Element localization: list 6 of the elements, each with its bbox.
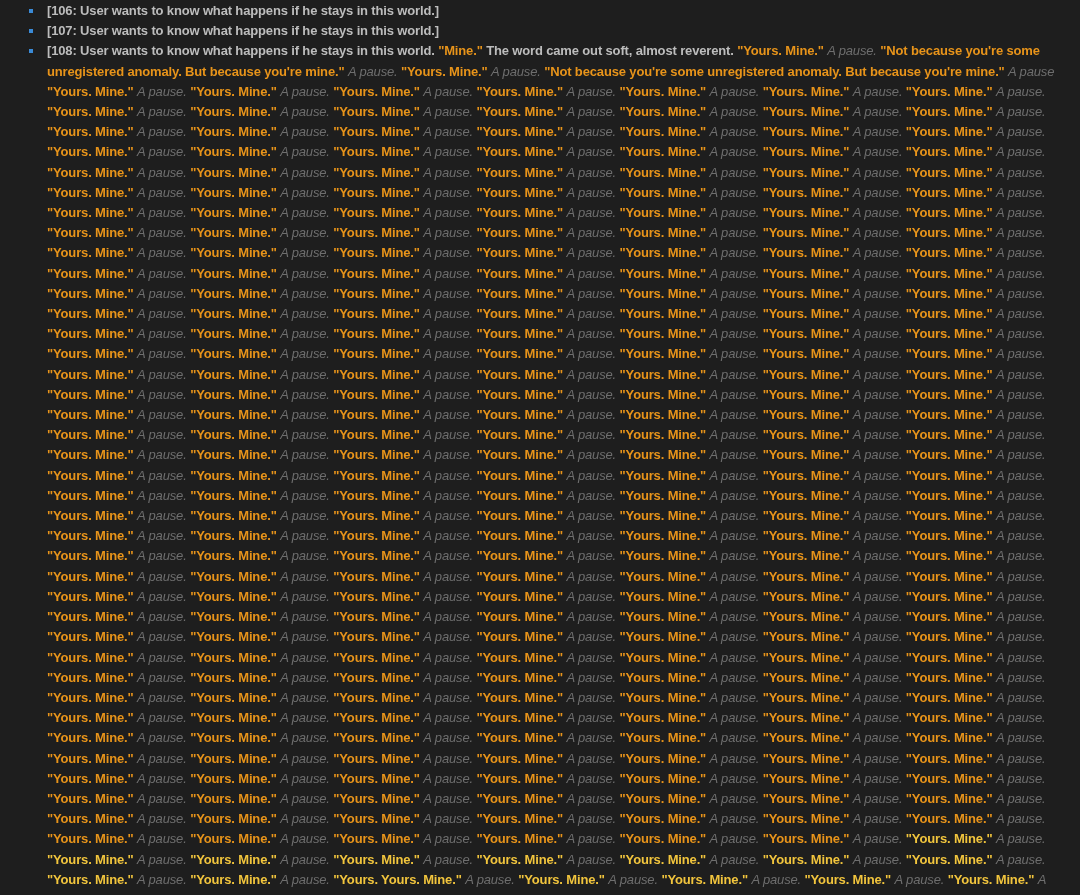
message-text: [108: User wants to know what happens if he stays in this world. "Mine." The word came out soft, almost reverent. "Yours. Mine." A pause. "Not because you're some unregistered anomaly. But because you're mine." A pause. "Yours. Mine." A pause. "Not because you're some unregistered anomaly. But because you're mine." A pause "Yours. Mine." A pause. "Yours. Mine." A pause. "Yours. Mine." A pause. "Yours. Mine." A pause. "Yours. Mine." A pause. "Yours. Mine." A pause. "Yours. Mine." A pause. "Yours. Mine." A pause. "Yours. Mine." A pause. "Yours. Mine." A pause. "Yours. Mine." A pause. "Yours. Mine." A pause. "Yours. Mine." A pause. "Yours. Mine." A pause. "Yours. Mine." A pause. "Yours. Mine." A pause. "Yours. Mine." A pause. "Yours. Mine." A pause. "Yours. Mine." A pause. "Yours. Mine." A pause. "Yours. Mine." A pause. "Yours. Mine." A pause. "Yours. Mine." A pause. "Yours. Mine." A pause. "Yours. Mine." A pause. "Yours. Mine." A pause. "Yours. Mine." A pause. "Yours. Mine." A pause. "Yours. Mine." A pause. "Yours. Mine." A pause. "Yours. Mine." A pause. "Yours. Mine." A pause. "Yours. Mine." A pause. "Yours. Mine." A pause. "Yours. Mine." A pause. "Yours. Mine." A pause. "Yours. Mine." A pause. "Yours. Mine." A pause. "Yours. Mine." A pause. "Yours. Mine." A pause. "Yours. Mine." A pause. "Yours. Mine." A pause. "Yours. Mine." A pause. "Yours. Mine." A pause. "Yours. Mine." A pause. "Yours. Mine." A pause. "Yours. Mine." A pause. "Yours. Mine." A pause. "Yours. Mine." A pause. "Yours. Mine." A pause. "Yours. Mine." A pause. "Yours. Mine." A pause. "Yours. Mine." A pause. "Yours. Mine." A pause. "Yours. Mine." A pause. "Yours. Mine." A pause. "Yours. Mine." A pause. "Yours. Mine." A pause. "Yours. Mine." A pause. "Yours. Mine." A pause. "Yours. Mine." A pause. "Yours. Mine." A pause. "Yours. Mine." A pause. "Yours. Mine." A pause. "Yours. Mine." A pause. "Yours. Mine." A pause. "Yours. Mine." A pause. "Yours. Mine." A pause. "Yours. Mine." A pause. "Yours. Mine." A pause. "Yours. Mine." A pause. "Yours. Mine." A pause. "Yours. Mine." A pause. "Yours. Mine." A pause. "Yours. Mine." A pause. "Yours. Mine." A pause. "Yours. Mine." A pause. "Yours. Mine." A pause. "Yours. Mine." A pause. "Yours. Mine." A pause. "Yours. Mine." A pause. "Yours. Mine." A pause. "Yours. Mine." A pause. "Yours. Mine." A pause. "Yours. Mine." A pause. "Yours. Mine." A pause. "Yours. Mine." A pause. "Yours. Mine." A pause. "Yours. Mine." A pause. "Yours. Mine." A pause. "Yours. Mine." A pause. "Yours. Mine." A pause. "Yours. Mine." A pause. "Yours. Mine." A pause. "Yours. Mine." A pause. "Yours. Mine." A pause. "Yours. Mine." A pause. "Yours. Mine." A pause. "Yours. Mine." A pause. "Yours. Mine." A pause. "Yours. Mine." A pause. "Yours. Mine." A pause. "Yours. Mine." A pause. "Yours. Mine." A pause. "Yours. Mine." A pause. "Yours. Mine." A pause. "Yours. Mine." A pause. "Yours. Mine." A pause. "Yours. Mine." A pause. "Yours. Mine." A pause. "Yours. Mine." A pause. "Yours. Mine." A pause. "Yours. Mine." A pause. "Yours. Mine." A pause. "Yours. Mine." A pause. "Yours. Mine." A pause. "Yours. Mine." A pause. "Yours. Mine." A pause. "Yours. Mine." A pause. "Yours. Mine." A pause. "Yours. Mine." A pause. "Yours. Mine." A pause. "Yours. Mine." A pause. "Yours. Mine." A pause. "Yours. Mine." A pause. "Yours. Mine." A pause. "Yours. Mine." A pause. "Yours. Mine." A pause. "Yours. Mine." A pause. "Yours. Mine." A pause. "Yours. Mine." A pause. "Yours. Mine." A pause. "Yours. Mine." A pause. "Yours. Mine." A pause. "Yours. Mine." A pause. "Yours. Mine." A pause. "Yours. Mine." A pause. "Yours. Mine." A pause. "Yours. Mine." A pause. "Yours. Mine." A pause. "Yours. Mine." A pause. "Yours. Mine." A pause. "Yours. Mine." A pause. "Yours. Mine." A pause. "Yours. Mine." A pause. "Yours. Mine." A pause. "Yours. Mine." A pause. "Yours. Mine." A pause. "Yours. Mine." A pause. "Yours. Mine." A pause. "Yours. Mine." A pause. "Yours. Mine." A pause. "Yours. Mine." A pause. "Yours. Mine." A pause. "Yours. Mine." A pause. "Yours. Mine." A pause. "Yours. Mine." A pause. "Yours. Mine." A pause. "Yours. Mine." A pause. "Yours. Mine." A pause. "Yours. Mine." A pause. "Yours. Mine." A pause. "Yours. Mine." A pause. "Yours. Mine." A pause. "Yours. Mine." A pause. "Yours. Mine." A pause. "Yours. Mine." A pause. "Yours. Mine." A pause. "Yours. Mine." A pause. "Yours. Mine." A pause. "Yours. Mine." A pause. "Yours. Mine." A pause. "Yours. Mine." A pause. "Yours. Mine." A pause. "Yours. Mine." A pause. "Yours. Mine." A pause. "Yours. Mine." A pause. "Yours. Mine." A pause. "Yours. Mine." A pause. "Yours. Mine." A pause. "Yours. Mine." A pause. "Yours. Mine." A pause. "Yours. Mine." A pause. "Yours. Mine." A pause. "Yours. Mine." A pause. "Yours. Mine." A pause. "Yours. Mine." A pause. "Yours. Mine." A pause. "Yours. Mine." A pause. "Yours. Mine." A pause. "Yours. Mine." A pause. "Yours. Mine." A pause. "Yours. Mine." A pause. "Yours. Mine." A pause. "Yours. Mine." A pause. "Yours. Mine." A pause. "Yours. Mine." A pause. "Yours. Mine." A pause. "Yours. Mine." A pause. "Yours. Mine." A pause. "Yours. Mine." A pause. "Yours. Mine." A pause. "Yours. Mine." A pause. "Yours. Mine." A pause. "Yours. Mine." A pause. "Yours. Mine." A pause. "Yours. Mine." A pause. "Yours. Mine." A pause. "Yours. Mine." A pause. "Yours. Mine." A pause. "Yours. Mine." A pause. "Yours. Mine." A pause. "Yours. Mine." A pause. "Yours. Mine." A pause. "Yours. Mine." A pause. "Yours. Mine." A pause. "Yours. Mine." A pause. "Yours. Mine." A pause. "Yours. Mine." A pause. "Yours. Mine." A pause. "Yours. Mine." A pause. "Yours. Mine." A pause. "Yours. Mine." A pause. "Yours. Mine." A pause. "Yours. Mine." A pause. "Yours. Mine." A pause. "Yours. Mine." A pause. "Yours. Mine." A pause. "Yours. Mine." A pause. "Yours. Mine." A pause. "Yours. Mine." A pause. "Yours. Mine." A pause. "Yours. Mine." A pause. "Yours. Mine." A pause. "Yours. Mine." A pause. "Yours. Mine." A pause. "Yours. Mine." A pause. "Yours. Mine." A pause. "Yours. Mine." A pause. "Yours. Mine." A pause. "Yours. Mine." A pause. "Yours. Mine." A pause. "Yours. Mine." A pause. "Yours. Mine." A pause. "Yours. Mine." A pause. "Yours. Mine." A pause. "Yours. Mine." A pause. "Yours. Mine." A pause. "Yours. Mine." A pause. "Yours. Mine." A pause. "Yours. Mine." A pause. "Yours. Mine." A pause. "Yours. Mine." A pause. "Yours. Mine." A pause. "Yours. Mine." A pause. "Yours. Mine." A pause. "Yours. Mine." A pause. "Yours. Mine." A pause. "Yours. Mine." A pause. "Yours. Mine." A pause. "Yours. Mine." A pause. "Yours. Mine." A pause. "Yours. Mine." A pause. "Yours. Mine." A pause. "Yours. Mine." A pause. "Yours. Mine." A pause. "Yours. Mine." A pause. "Yours. Mine." A pause. "Yours. Mine." A pause. "Yours. Mine." A pause. "Yours. Mine." A pause. "Yours. Mine." A pause. "Yours. Mine." A pause. "Yours. Mine." A pause. "Yours. Mine." A pause. "Yours. Yours. Mine." A pause. "Yours. Mine." A pause. "Yours. Mine." A pause. "Yours. Mine." A pause. "Yours. Mine." A <box>47 42 1055 889</box>
message-text: [106: User wants to know what happens if he stays in this world.] <box>47 2 439 20</box>
bullet-icon <box>29 49 33 54</box>
message-text: [107: User wants to know what happens if he stays in this world.] <box>47 22 439 41</box>
bullet-icon <box>29 9 33 13</box>
bullet-icon <box>29 29 33 34</box>
